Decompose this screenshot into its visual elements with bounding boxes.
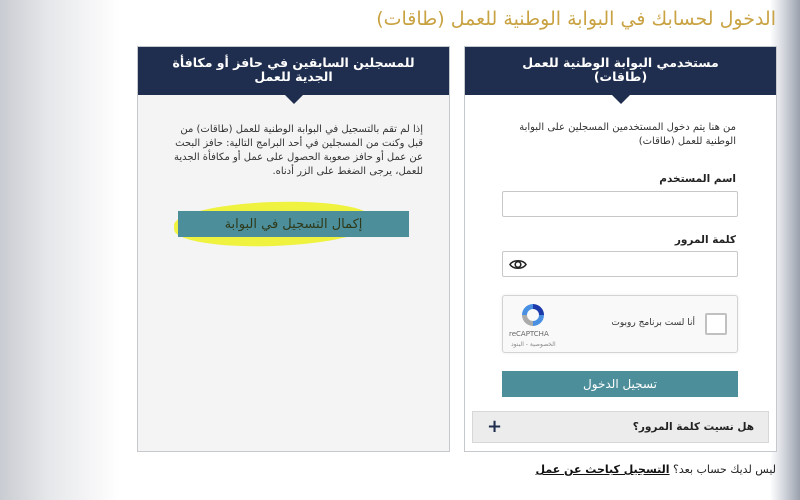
forgot-password-accordion[interactable]: + هل نسيت كلمة المرور؟ xyxy=(472,411,769,443)
captcha-checkbox[interactable] xyxy=(705,313,727,335)
previous-registrants-panel: للمسجلين السابقين في حافز أو مكافأة الجد… xyxy=(137,46,450,452)
login-button[interactable]: تسجيل الدخول xyxy=(502,371,738,397)
complete-registration-label: إكمال التسجيل في البوابة xyxy=(224,216,363,232)
register-prompt: ليس لديك حساب بعد؟ التسجيل كباحث عن عمل xyxy=(536,463,776,476)
recaptcha-logo-icon xyxy=(522,304,544,326)
eye-icon[interactable] xyxy=(509,258,527,271)
portal-users-panel: مستخدمي البوابة الوطنية للعمل (طاقات) من… xyxy=(464,46,777,452)
portal-users-description: من هنا يتم دخول المستخدمين المسجلين على … xyxy=(519,122,736,147)
plus-icon[interactable]: + xyxy=(487,416,502,437)
username-label: اسم المستخدم xyxy=(659,173,736,185)
background-left xyxy=(0,0,120,500)
captcha-terms[interactable]: الخصوصية - البنود xyxy=(511,341,556,348)
forgot-password-label: هل نسيت كلمة المرور؟ xyxy=(632,421,754,433)
username-input[interactable] xyxy=(502,191,738,217)
captcha-brand: reCAPTCHA xyxy=(509,330,549,338)
register-jobseeker-link[interactable]: التسجيل كباحث عن عمل xyxy=(536,463,670,476)
previous-registrants-description: إذا لم تقم بالتسجيل في البوابة الوطنية ل… xyxy=(173,124,423,177)
password-label: كلمة المرور xyxy=(674,234,736,246)
captcha-label: أنا لست برنامج روبوت xyxy=(611,318,695,328)
portal-users-heading: مستخدمي البوابة الوطنية للعمل (طاقات) xyxy=(465,47,776,104)
password-input[interactable] xyxy=(502,251,738,277)
page-title: الدخول لحسابك في البوابة الوطنية للعمل (… xyxy=(376,8,776,30)
previous-registrants-heading: للمسجلين السابقين في حافز أو مكافأة الجد… xyxy=(138,47,449,104)
recaptcha-widget: أنا لست برنامج روبوت reCAPTCHA الخصوصية … xyxy=(502,295,738,353)
no-account-text: ليس لديك حساب بعد؟ xyxy=(673,463,776,476)
complete-registration-button[interactable]: إكمال التسجيل في البوابة xyxy=(178,211,409,237)
